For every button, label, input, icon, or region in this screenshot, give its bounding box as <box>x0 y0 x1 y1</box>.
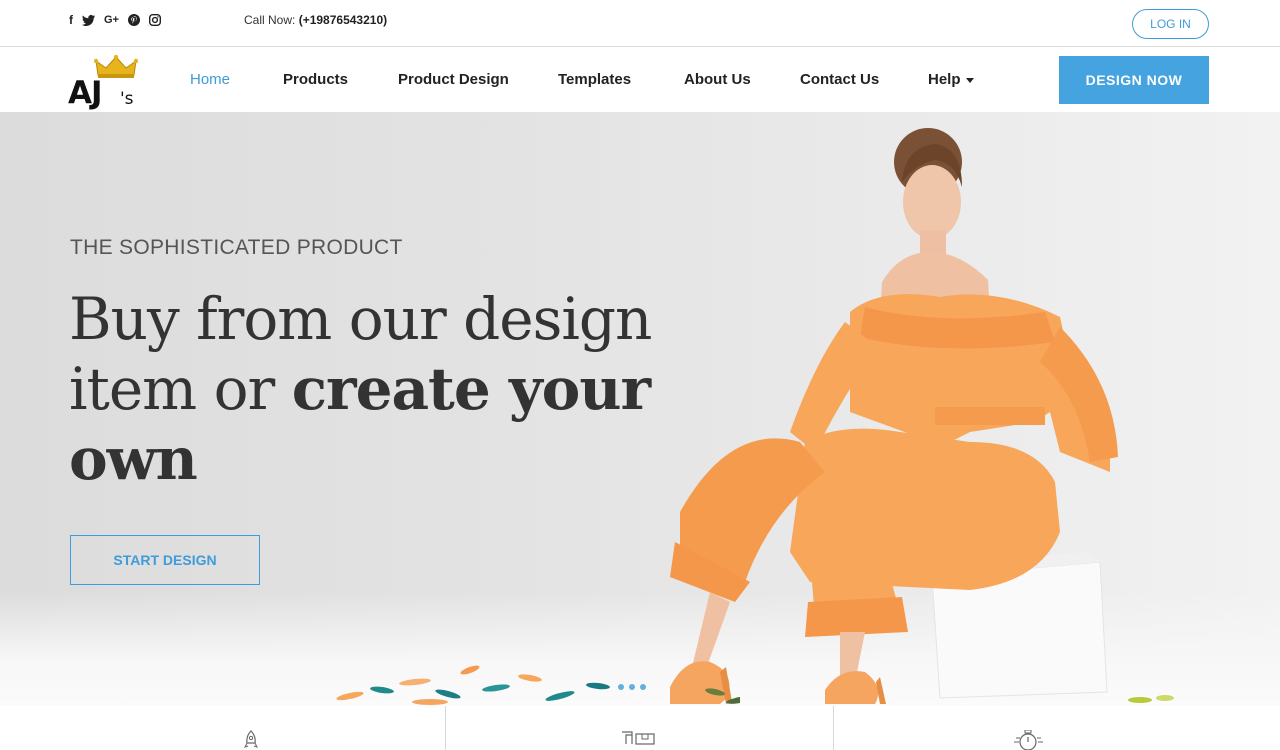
nav-item-help[interactable]: Help <box>928 71 974 88</box>
feature-divider-1 <box>445 706 446 750</box>
nav-item-contact-us[interactable]: Contact Us <box>800 71 879 88</box>
slider-dot-1[interactable] <box>618 684 624 690</box>
hero-model-image <box>670 128 1118 704</box>
pinterest-icon[interactable] <box>127 14 140 26</box>
floor-scraps-image <box>336 665 740 705</box>
rocket-icon <box>244 730 258 748</box>
headline-line-2-bold: create your <box>291 355 651 423</box>
twitter-icon[interactable] <box>82 14 95 26</box>
nav-item-products[interactable]: Products <box>283 71 348 88</box>
top-bar: f G+ Call Now: (+19876543210) LOG IN <box>0 0 1280 45</box>
slider-dot-2[interactable] <box>629 684 635 690</box>
headline-line-2-plain: item or <box>69 355 292 423</box>
social-links: f G+ <box>69 12 161 28</box>
call-now-text: Call Now: (+19876543210) <box>244 13 387 27</box>
brand-logo[interactable]: AJ 's <box>68 53 148 111</box>
nav-item-home[interactable]: Home <box>190 71 230 88</box>
hero-headline: Buy from our design item or create your … <box>69 284 669 494</box>
call-label: Call Now: <box>244 13 296 27</box>
nav-item-product-design[interactable]: Product Design <box>398 71 509 88</box>
hero-eyebrow: THE SOPHISTICATED PRODUCT <box>70 236 403 259</box>
login-button[interactable]: LOG IN <box>1132 9 1209 39</box>
slider-dot-3[interactable] <box>640 684 646 690</box>
instagram-icon[interactable] <box>148 14 161 26</box>
headline-line-3-bold: own <box>69 425 198 493</box>
start-design-button[interactable]: START DESIGN <box>70 535 260 585</box>
nav-item-about-us[interactable]: About Us <box>684 71 751 88</box>
feature-divider-2 <box>833 706 834 750</box>
chevron-down-icon <box>965 77 974 83</box>
nav-item-templates[interactable]: Templates <box>558 71 631 88</box>
main-navbar: AJ 's Home Products Product Design Templ… <box>0 47 1280 112</box>
slider-dots <box>618 684 646 690</box>
call-number[interactable]: (+19876543210) <box>299 13 387 27</box>
nav-item-help-label: Help <box>928 71 961 88</box>
google-plus-icon[interactable]: G+ <box>104 12 119 28</box>
delivery-truck-icon <box>622 731 655 745</box>
hero-banner: THE SOPHISTICATED PRODUCT Buy from our d… <box>0 112 1280 706</box>
design-now-button[interactable]: DESIGN NOW <box>1059 56 1209 104</box>
features-strip <box>0 706 1280 750</box>
floor-scraps-right <box>1128 695 1174 703</box>
logo-text: AJ <box>68 75 103 111</box>
logo-suffix: 's <box>120 89 134 109</box>
stopwatch-icon <box>1014 730 1043 750</box>
facebook-icon[interactable]: f <box>69 12 73 28</box>
headline-line-1: Buy from our design <box>69 285 652 353</box>
